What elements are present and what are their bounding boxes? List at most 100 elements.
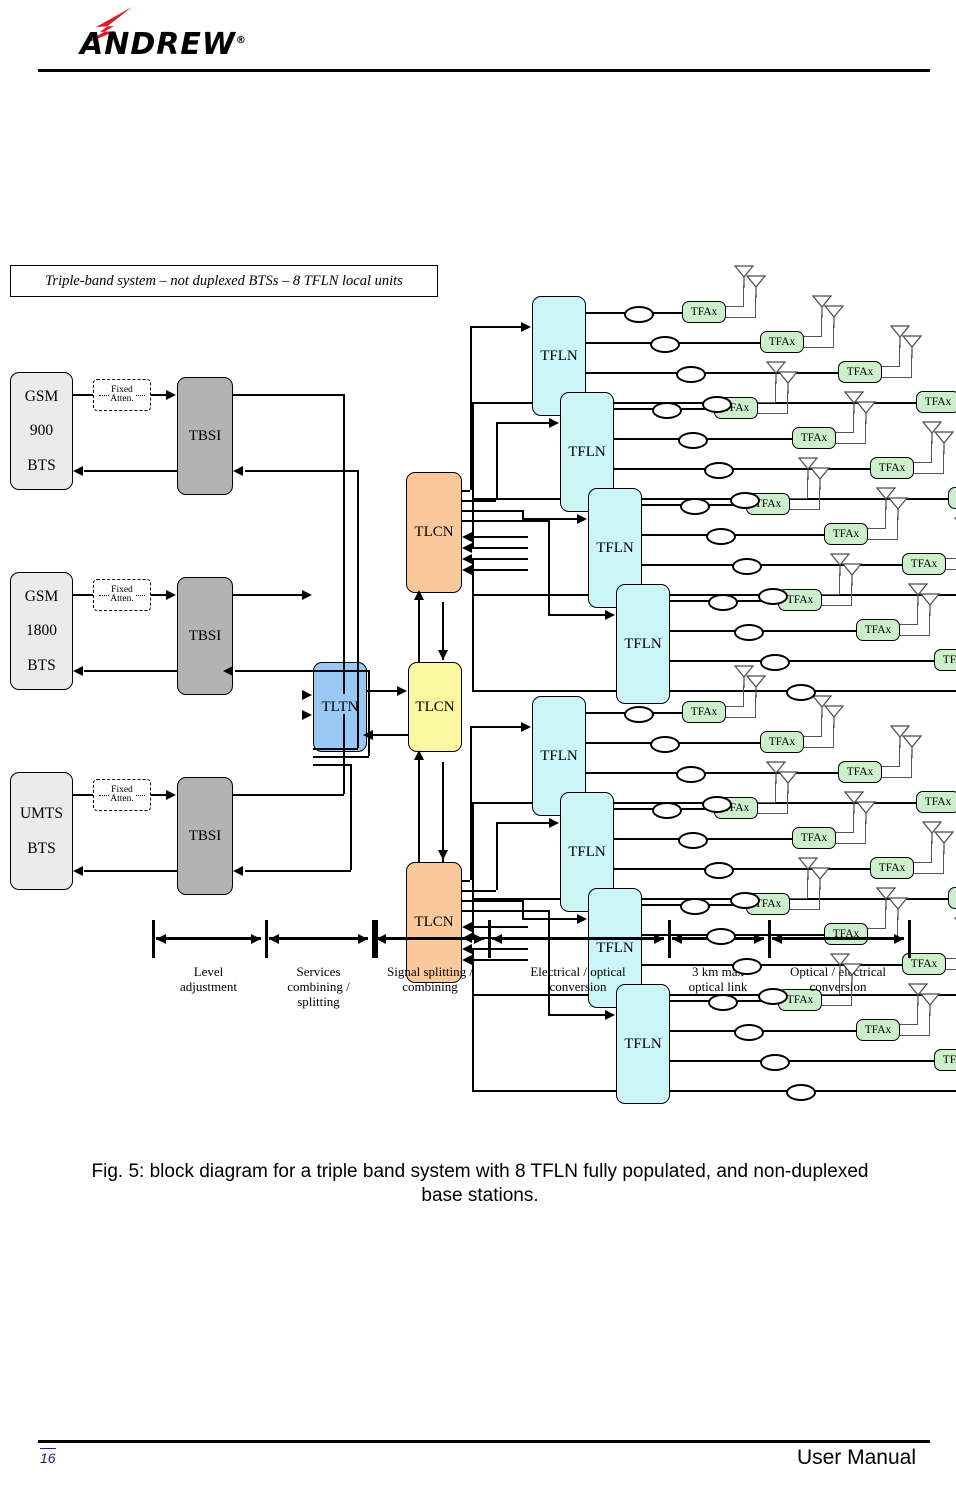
attenuator-label-line2: Atten. xyxy=(109,394,135,405)
process-stage-scale: Level adjustment Services combining / splitt… xyxy=(0,920,956,1050)
registered-mark-icon: ® xyxy=(235,35,247,46)
tfax-box-0-1-1: TFAx xyxy=(792,427,836,449)
document-page: ANDREW® Triple-band system – not duplexe… xyxy=(0,0,956,1509)
wire-vertical xyxy=(548,520,550,614)
antenna-icon xyxy=(809,467,831,490)
scale-tick-5 xyxy=(768,920,771,958)
bts-box-2: UMTS BTS xyxy=(10,772,73,890)
attenuator-label-line2: Atten. xyxy=(109,594,135,605)
scale-label-line: Electrical / optical xyxy=(530,964,626,979)
wire-horizontal xyxy=(836,443,866,444)
wire-vertical xyxy=(343,714,345,794)
arrow-head xyxy=(233,866,243,876)
antenna-icon xyxy=(745,275,767,298)
scale-label-line: splitting xyxy=(297,994,340,1010)
antenna-icon xyxy=(823,705,845,728)
node-label-line: TLCN xyxy=(415,698,455,715)
arrow-head xyxy=(233,466,243,476)
node-label-line: TFAx xyxy=(924,395,952,408)
scale-tick-3 xyxy=(488,920,491,958)
antenna-icon xyxy=(933,831,955,854)
wire-horizontal xyxy=(804,747,834,748)
node-label-line: TFAx xyxy=(768,335,796,348)
antenna-icon xyxy=(809,867,831,890)
wire-horizontal xyxy=(472,690,616,692)
wire-horizontal xyxy=(882,377,912,378)
optical-coupler-icon xyxy=(676,766,706,783)
node-label-line: TFAx xyxy=(924,795,952,808)
fixed-attenuator-2: Fixed Atten. xyxy=(93,779,151,811)
figure-caption: Fig. 5: block diagram for a triple band … xyxy=(91,1161,869,1207)
scale-arrow-left-1 xyxy=(269,934,279,944)
wire-horizontal xyxy=(836,843,866,844)
wire-horizontal xyxy=(726,306,744,307)
antenna-icon xyxy=(841,563,863,586)
header-divider xyxy=(38,69,930,72)
optical-coupler-icon xyxy=(652,402,682,419)
wire-horizontal xyxy=(790,498,808,499)
node-label-line: TFAx xyxy=(800,431,828,444)
scale-label-line: Services xyxy=(296,964,341,979)
wire-horizontal xyxy=(472,547,528,549)
wire-horizontal xyxy=(496,822,550,824)
scale-segment-line-2 xyxy=(376,937,484,940)
wire-horizontal xyxy=(73,594,93,596)
wire-horizontal xyxy=(868,539,898,540)
wire-horizontal xyxy=(472,558,528,560)
wire-vertical xyxy=(442,762,444,862)
optical-coupler-icon xyxy=(704,862,734,879)
tfax-box-0-0-2: TFAx xyxy=(838,361,882,383)
node-label-line: TFAx xyxy=(942,653,956,666)
node-label-line: TFAx xyxy=(878,461,906,474)
wire-horizontal xyxy=(235,670,369,672)
wire-horizontal xyxy=(462,520,548,522)
node-label-line: TFLN xyxy=(568,843,606,860)
wire-horizontal xyxy=(73,794,93,796)
scale-label-line: conversion xyxy=(549,979,607,995)
arrow-head xyxy=(414,590,424,600)
arrow-head xyxy=(549,418,559,428)
node-label-line: TFAx xyxy=(690,305,718,318)
node-label-line: TFAx xyxy=(846,765,874,778)
wire-horizontal xyxy=(642,564,902,566)
arrow-head xyxy=(521,322,531,332)
wire-horizontal xyxy=(914,473,944,474)
antenna-icon xyxy=(887,897,909,920)
antenna-icon xyxy=(933,431,955,454)
scale-tick-0 xyxy=(152,920,155,958)
wire-horizontal xyxy=(84,670,177,672)
tfax-box-0-3-1: TFAx xyxy=(856,619,900,641)
optical-coupler-icon xyxy=(732,558,762,575)
scale-arrow-right-3 xyxy=(654,934,664,944)
scale-label-line: adjustment xyxy=(179,979,238,995)
wire-horizontal xyxy=(758,413,788,414)
scale-arrow-left-5 xyxy=(772,934,782,944)
optical-coupler-icon xyxy=(758,588,788,605)
tfax-box-1-0-3: TFAx xyxy=(916,791,956,813)
node-label-line: TFAx xyxy=(942,1053,956,1066)
wire-vertical xyxy=(343,394,345,694)
wire-horizontal xyxy=(790,509,820,510)
wire-horizontal xyxy=(84,470,177,472)
node-label-line: BTS xyxy=(27,457,56,475)
tfax-box-0-1-2: TFAx xyxy=(870,457,914,479)
scale-segment-line-3 xyxy=(492,937,664,940)
wire-horizontal xyxy=(882,766,900,767)
wire-horizontal xyxy=(946,569,956,570)
wire-vertical xyxy=(357,470,359,748)
optical-coupler-icon xyxy=(732,958,762,975)
wire-horizontal xyxy=(462,910,548,912)
optical-coupler-icon xyxy=(676,366,706,383)
wire-vertical xyxy=(522,510,524,518)
arrow-head xyxy=(462,543,472,553)
node-label-line: 1800 xyxy=(26,622,57,640)
tfax-box-0-3-2: TFAx xyxy=(934,649,956,671)
scale-tick-4 xyxy=(668,920,671,958)
optical-coupler-icon xyxy=(680,898,710,915)
optical-coupler-icon xyxy=(758,988,788,1005)
optical-coupler-icon xyxy=(678,432,708,449)
tfax-box-0-0-0: TFAx xyxy=(682,301,726,323)
wire-horizontal xyxy=(462,500,496,502)
antenna-icon xyxy=(841,963,863,986)
wire-horizontal xyxy=(313,748,358,750)
